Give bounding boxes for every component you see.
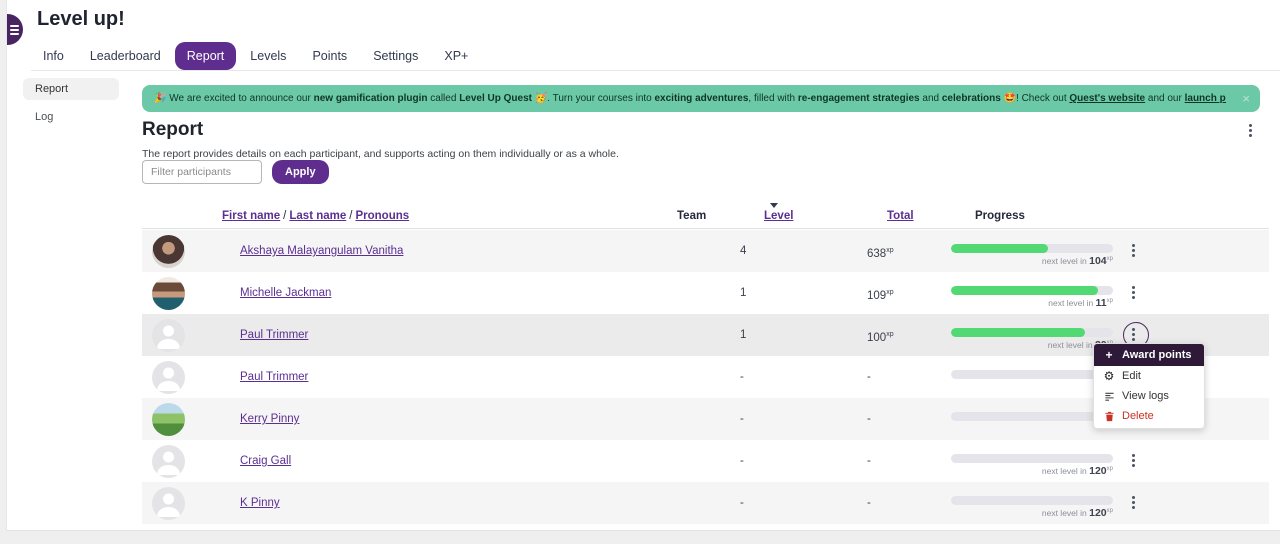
progress-bar [951, 244, 1113, 253]
close-icon[interactable]: × [1242, 85, 1250, 112]
table-row: K Pinny - - next level in 120xp [142, 482, 1269, 524]
next-level-label: next level in 20xp [1047, 339, 1113, 351]
participant-name-link[interactable]: Paul Trimmer [240, 356, 308, 398]
table-header-row: First name / Last name / Pronouns Team Level… [142, 203, 1269, 229]
total-value: - [867, 371, 871, 383]
announcement-banner: 🎉 We are excited to announce our new gam… [142, 85, 1260, 112]
drawer-toggle-button[interactable] [7, 14, 23, 45]
tab-bar: Info Leaderboard Report Levels Points Se… [31, 42, 480, 70]
total-value: - [867, 497, 871, 509]
table-row: Akshaya Malayangulam Vanitha 4 638xp nex… [142, 230, 1269, 272]
avatar [152, 319, 185, 352]
tab-levels[interactable]: Levels [238, 42, 298, 70]
table-row: Craig Gall - - next level in 120xp [142, 440, 1269, 482]
avatar [152, 361, 185, 394]
total-xp-value: 638xp [867, 247, 894, 260]
avatar [152, 445, 185, 478]
report-description: The report provides details on each part… [142, 148, 619, 160]
plus-icon: + [1105, 348, 1113, 362]
level-value: - [740, 455, 744, 467]
next-level-label: next level in 120xp [1041, 465, 1113, 477]
next-level-label: next level in 120xp [1041, 507, 1113, 519]
sort-desc-caret-icon [770, 203, 778, 212]
avatar [152, 487, 185, 520]
avatar [152, 403, 185, 436]
total-value: - [867, 413, 871, 425]
tab-report[interactable]: Report [174, 42, 237, 70]
participant-name-link[interactable]: Michelle Jackman [240, 272, 331, 314]
trash-icon [1103, 411, 1115, 422]
next-level-label: next level in 104xp [1041, 255, 1113, 267]
apply-button[interactable]: Apply [272, 160, 329, 184]
total-value: - [867, 455, 871, 467]
progress-bar [951, 454, 1113, 463]
team-column-header: Team [677, 210, 707, 222]
main-card: Level up! Info Leaderboard Report Levels… [6, 0, 1280, 531]
participant-name-link[interactable]: Paul Trimmer [240, 314, 308, 356]
total-xp-value: 109xp [867, 289, 894, 302]
sort-last-name-link[interactable]: Last name [289, 210, 346, 222]
participant-name-link[interactable]: Akshaya Malayangulam Vanitha [240, 230, 403, 272]
level-value: - [740, 371, 744, 383]
tabs-underline [31, 70, 1280, 71]
launch-post-link[interactable]: launch post here [1185, 93, 1226, 104]
participant-name-link[interactable]: K Pinny [240, 482, 280, 524]
menu-item-view-logs[interactable]: View logs [1094, 386, 1204, 406]
progress-bar [951, 496, 1113, 505]
tab-settings[interactable]: Settings [361, 42, 430, 70]
level-value: 4 [740, 245, 747, 257]
sort-level-link: Level [764, 210, 794, 222]
row-actions-kebab-icon[interactable] [1132, 496, 1135, 509]
progress-bar-fill [951, 286, 1099, 295]
progress-bar [951, 370, 1113, 379]
avatar [152, 235, 185, 268]
tab-leaderboard[interactable]: Leaderboard [78, 42, 173, 70]
row-actions-kebab-icon[interactable] [1132, 286, 1135, 299]
report-section-title: Report [142, 119, 204, 140]
quest-website-link[interactable]: Quest's website [1069, 93, 1145, 104]
menu-icon [10, 25, 19, 37]
sidebar-item-log[interactable]: Log [23, 106, 119, 128]
progress-bar-fill [951, 328, 1086, 337]
log-icon [1103, 391, 1115, 402]
level-value: 1 [740, 287, 747, 299]
name-column-header: First name / Last name / Pronouns [222, 210, 410, 222]
announcement-text: 🎉 We are excited to announce our new gam… [154, 85, 1226, 112]
menu-item-award-points[interactable]: + Award points [1094, 344, 1204, 366]
progress-bar [951, 412, 1113, 421]
row-actions-kebab-icon[interactable] [1132, 244, 1135, 257]
sort-total-link[interactable]: Total [887, 203, 914, 229]
progress-bar [951, 286, 1113, 295]
tab-points[interactable]: Points [300, 42, 359, 70]
progress-bar-fill [951, 244, 1049, 253]
menu-item-edit[interactable]: ⚙ Edit [1094, 366, 1204, 386]
row-actions-menu: + Award points ⚙ Edit View logs Delete [1093, 343, 1205, 429]
progress-bar [951, 328, 1113, 337]
report-options-kebab-icon[interactable] [1249, 124, 1252, 137]
level-value: - [740, 497, 744, 509]
filter-participants-input[interactable] [142, 160, 262, 184]
sort-first-name-link[interactable]: First name [222, 210, 280, 222]
sidebar-item-report[interactable]: Report [23, 78, 119, 100]
avatar [152, 277, 185, 310]
level-value: - [740, 413, 744, 425]
sort-pronouns-link[interactable]: Pronouns [355, 210, 409, 222]
tab-info[interactable]: Info [31, 42, 76, 70]
page-title: Level up! [37, 8, 125, 30]
row-actions-kebab-icon[interactable] [1132, 328, 1135, 341]
gear-icon: ⚙ [1103, 369, 1115, 383]
total-xp-value: 100xp [867, 331, 894, 344]
menu-item-delete[interactable]: Delete [1094, 406, 1204, 426]
progress-column-header: Progress [975, 210, 1025, 222]
tab-xp-plus[interactable]: XP+ [432, 42, 480, 70]
row-actions-kebab-icon[interactable] [1132, 454, 1135, 467]
participant-name-link[interactable]: Craig Gall [240, 440, 291, 482]
participant-name-link[interactable]: Kerry Pinny [240, 398, 299, 440]
table-row: Michelle Jackman 1 109xp next level in 1… [142, 272, 1269, 314]
level-value: 1 [740, 329, 747, 341]
next-level-label: next level in 11xp [1048, 297, 1113, 309]
